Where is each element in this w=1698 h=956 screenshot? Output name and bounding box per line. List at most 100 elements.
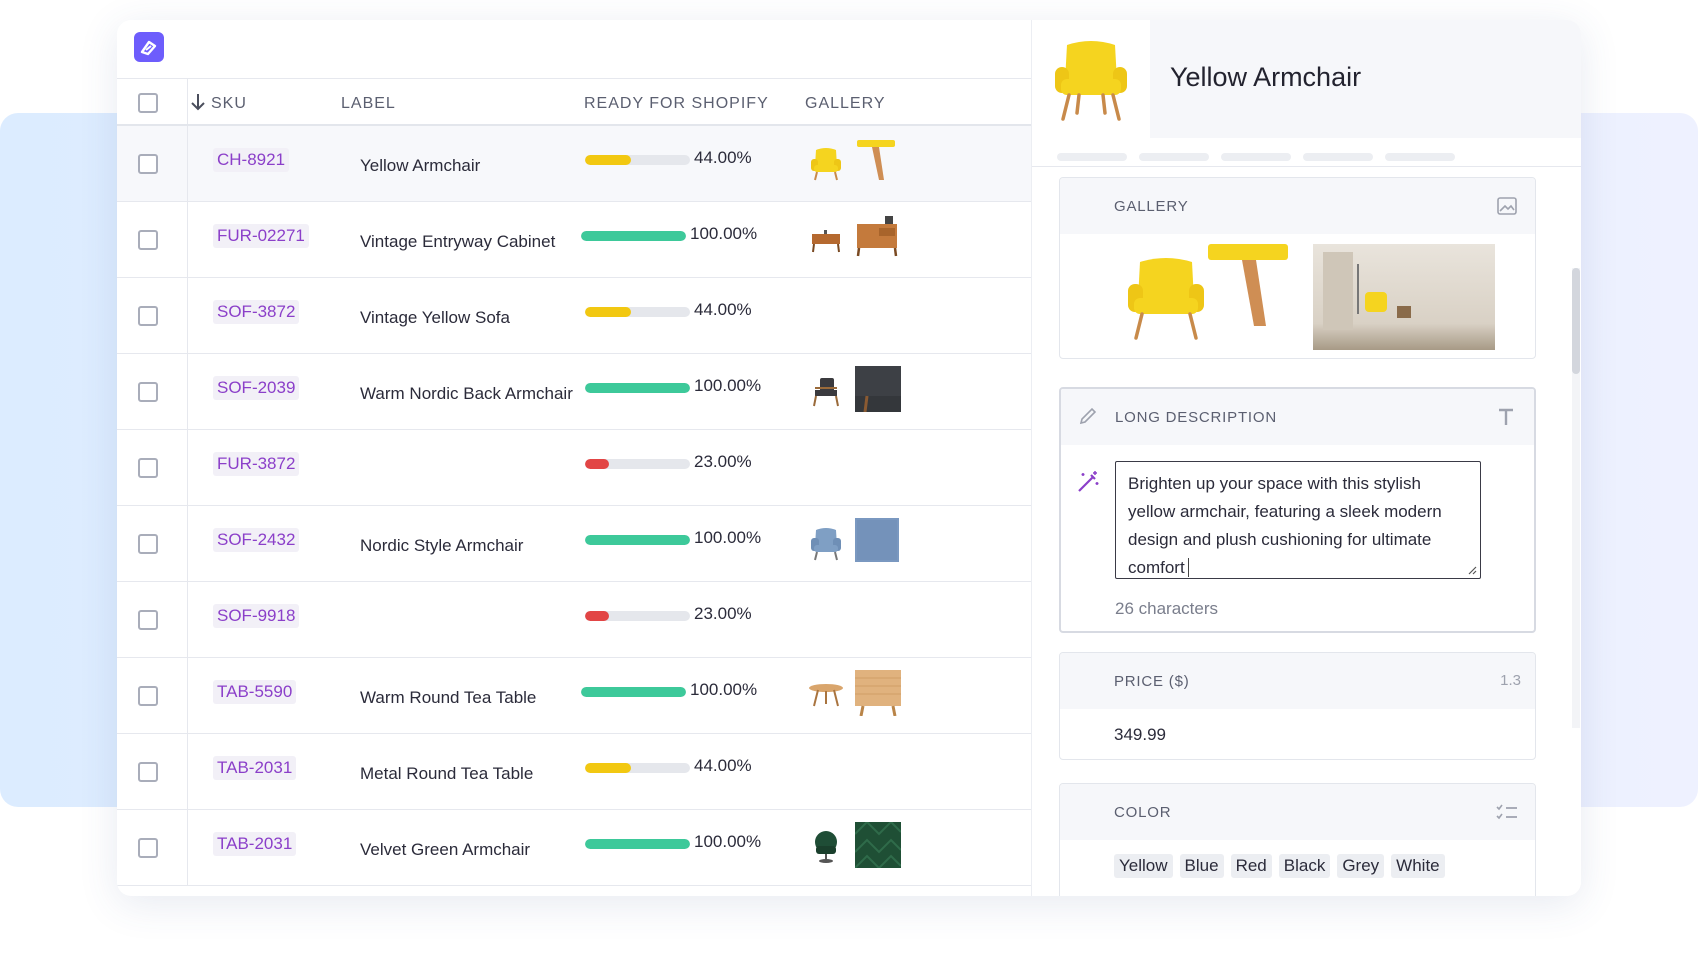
row-checkbox[interactable] (138, 306, 158, 326)
tab-placeholder[interactable] (1057, 153, 1127, 161)
row-checkbox[interactable] (138, 230, 158, 250)
label-cell[interactable]: Warm Nordic Back Armchair (360, 384, 573, 404)
sku-cell[interactable]: FUR-3872 (213, 452, 300, 476)
table-row[interactable]: TAB-2031 Velvet Green Armchair 100.00% (117, 810, 1031, 886)
table-header: SKU LABEL READY FOR SHOPIFY GALLERY (117, 78, 1031, 126)
sku-cell[interactable]: FUR-02271 (213, 224, 309, 248)
table-row[interactable]: FUR-3872 23.00% (117, 430, 1031, 506)
progress-bar (585, 459, 690, 469)
progress-percent: 23.00% (694, 604, 752, 623)
row-checkbox[interactable] (138, 610, 158, 630)
progress-percent: 100.00% (694, 832, 762, 851)
label-cell[interactable]: Vintage Entryway Cabinet (360, 232, 555, 252)
product-image[interactable] (1032, 20, 1150, 138)
gallery-thumbnail[interactable] (854, 820, 902, 873)
checklist-icon[interactable] (1495, 800, 1519, 824)
sku-cell[interactable]: TAB-2031 (213, 756, 297, 780)
sku-cell[interactable]: SOF-9918 (213, 604, 300, 628)
sku-cell[interactable]: SOF-3872 (213, 300, 300, 324)
sku-cell[interactable]: SOF-2039 (213, 376, 300, 400)
label-cell[interactable]: Vintage Yellow Sofa (360, 308, 510, 328)
panel-scrollbar[interactable] (1572, 268, 1580, 728)
table-row[interactable]: TAB-2031 Metal Round Tea Table 44.00% (117, 734, 1031, 810)
pencil-icon[interactable] (1077, 405, 1099, 427)
description-title: LONG DESCRIPTION (1115, 409, 1277, 426)
progress-percent: 44.00% (694, 756, 752, 775)
resize-handle-icon[interactable] (1467, 565, 1477, 575)
table-row[interactable]: SOF-2432 Nordic Style Armchair 100.00% (117, 506, 1031, 582)
row-checkbox[interactable] (138, 838, 158, 858)
sku-cell[interactable]: TAB-5590 (213, 680, 297, 704)
product-table: SKU LABEL READY FOR SHOPIFY GALLERY CH-8… (117, 78, 1031, 886)
row-checkbox[interactable] (138, 686, 158, 706)
magic-wand-icon[interactable] (1075, 469, 1101, 495)
image-icon[interactable] (1495, 194, 1519, 218)
table-row[interactable]: SOF-2039 Warm Nordic Back Armchair 100.00% (117, 354, 1031, 430)
row-checkbox[interactable] (138, 154, 158, 174)
column-header-gallery[interactable]: GALLERY (805, 95, 886, 113)
label-cell[interactable]: Warm Round Tea Table (360, 688, 536, 708)
app-logo[interactable] (134, 32, 164, 62)
table-row[interactable]: SOF-3872 Vintage Yellow Sofa 44.00% (117, 278, 1031, 354)
gallery-image-leg[interactable] (1208, 244, 1294, 330)
description-textarea[interactable]: Brighten up your space with this stylish… (1115, 461, 1481, 579)
label-cell[interactable]: Nordic Style Armchair (360, 536, 523, 556)
progress-fill (585, 307, 632, 317)
gallery-thumbnail[interactable] (855, 214, 901, 263)
color-chips: Yellow Blue Red Black Grey White (1114, 854, 1452, 878)
color-chip[interactable]: Red (1230, 854, 1272, 878)
row-checkbox[interactable] (138, 534, 158, 554)
progress-fill (581, 231, 686, 241)
logo-icon (140, 40, 157, 56)
gallery-thumbnail[interactable] (855, 366, 901, 417)
label-cell[interactable]: Metal Round Tea Table (360, 764, 533, 784)
row-checkbox[interactable] (138, 458, 158, 478)
gallery-thumbnail[interactable] (855, 670, 901, 721)
row-checkbox[interactable] (138, 382, 158, 402)
table-row[interactable]: SOF-9918 23.00% (117, 582, 1031, 658)
select-all-checkbox[interactable] (138, 93, 158, 113)
column-header-label[interactable]: LABEL (341, 95, 396, 113)
gallery-thumbnail[interactable] (855, 138, 899, 187)
table-row[interactable]: CH-8921 Yellow Armchair 44.00% (117, 126, 1031, 202)
table-row[interactable]: TAB-5590 Warm Round Tea Table 100.00% (117, 658, 1031, 734)
gallery-thumbnail[interactable] (806, 142, 846, 187)
tab-placeholder[interactable] (1139, 153, 1209, 161)
gallery-thumbnail[interactable] (806, 674, 846, 719)
price-value[interactable]: 349.99 (1114, 725, 1166, 745)
sku-cell[interactable]: SOF-2432 (213, 528, 300, 552)
row-checkbox[interactable] (138, 762, 158, 782)
tab-placeholder[interactable] (1221, 153, 1291, 161)
label-cell[interactable]: Velvet Green Armchair (360, 840, 530, 860)
table-row[interactable]: FUR-02271 Vintage Entryway Cabinet 100.00% (117, 202, 1031, 278)
gallery-thumbnail[interactable] (806, 218, 846, 263)
gallery-thumbnail[interactable] (806, 522, 846, 567)
color-chip[interactable]: White (1391, 854, 1445, 878)
color-chip[interactable]: Grey (1337, 854, 1385, 878)
scrollbar-thumb[interactable] (1572, 268, 1580, 374)
progress-percent: 44.00% (694, 148, 752, 167)
column-header-sku[interactable]: SKU (211, 95, 247, 113)
gallery-thumbnail[interactable] (855, 518, 899, 567)
color-chip[interactable]: Black (1278, 854, 1331, 878)
tab-placeholder[interactable] (1385, 153, 1455, 161)
gallery-image-armchair[interactable] (1116, 244, 1216, 344)
sku-cell[interactable]: TAB-2031 (213, 832, 297, 856)
color-chip[interactable]: Yellow (1114, 854, 1173, 878)
text-cursor (1187, 558, 1189, 577)
color-chip[interactable]: Blue (1179, 854, 1224, 878)
progress-fill (581, 687, 686, 697)
color-title: COLOR (1114, 804, 1172, 821)
gallery-thumbnail[interactable] (806, 826, 846, 871)
sku-cell[interactable]: CH-8921 (213, 148, 290, 172)
progress-bar (581, 687, 686, 697)
sort-down-icon[interactable] (189, 92, 207, 117)
tab-placeholder[interactable] (1303, 153, 1373, 161)
text-format-icon[interactable] (1494, 405, 1518, 429)
panel-title: Yellow Armchair (1170, 62, 1362, 92)
gallery-image-room[interactable] (1313, 244, 1495, 350)
label-cell[interactable]: Yellow Armchair (360, 156, 480, 176)
gallery-thumbnail[interactable] (806, 370, 846, 415)
column-header-ready[interactable]: READY FOR SHOPIFY (584, 95, 769, 113)
color-section: COLOR Yellow Blue Red Black Grey White (1059, 783, 1536, 896)
